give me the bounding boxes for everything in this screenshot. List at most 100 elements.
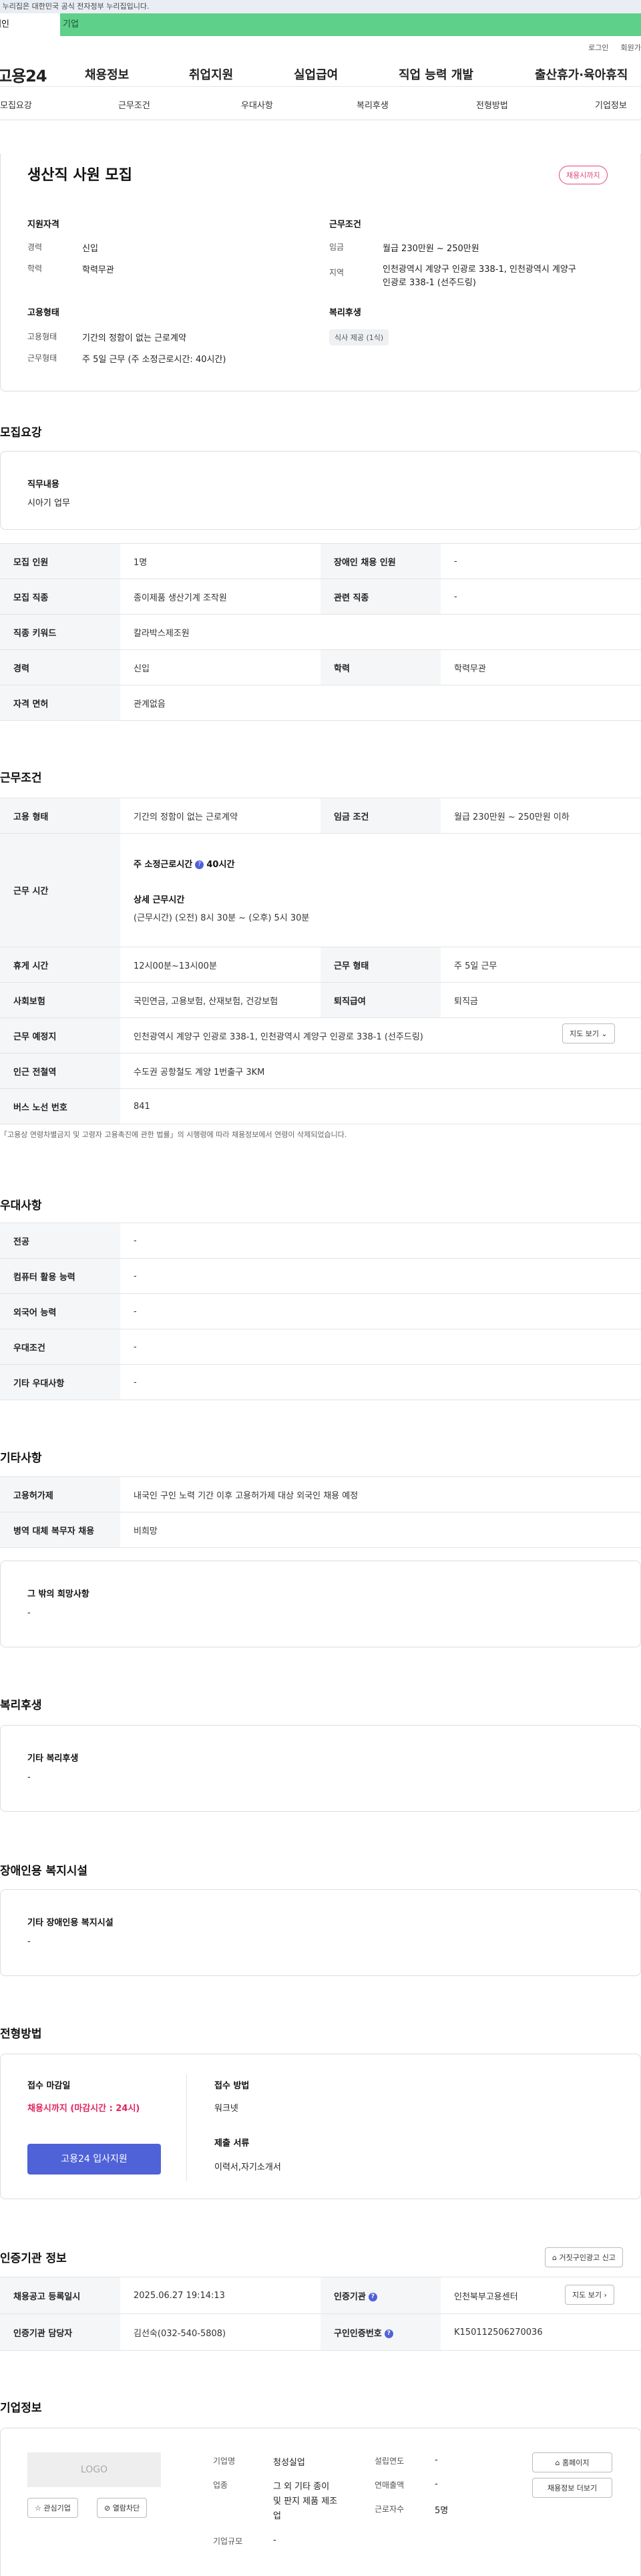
education-label: 학력	[27, 264, 43, 273]
etc-label: 그 밖의 희망사항	[27, 1589, 89, 1599]
screening-heading: 전형방법	[0, 2028, 42, 2041]
table-cell: -	[120, 1329, 641, 1365]
cert-map-button[interactable]: 지도 보기 ›	[565, 2285, 614, 2305]
table-header: 병역 대체 복무자 채용	[0, 1512, 120, 1548]
interest-company-button[interactable]: ☆ 관심기업	[27, 2498, 78, 2518]
industry-label: 업종	[213, 2480, 228, 2490]
welfare-chip: 식사 제공 (1식)	[329, 329, 389, 345]
founded-label: 설립연도	[375, 2456, 405, 2466]
table-header: 인근 전철역	[0, 1053, 120, 1089]
table-cell: 내국인 구인 노력 기간 이후 고용허가제 대상 외국인 채용 예정	[120, 1476, 641, 1512]
preference-table: 전공 - 컴퓨터 활용 능력 - 외국어 능력 - 우대조건 - 기타 우대사항 -	[0, 1223, 641, 1400]
etc-box: 그 밖의 희망사항 -	[0, 1561, 641, 1647]
education-value: 학력무관	[82, 265, 114, 275]
tab-company[interactable]: 기업	[60, 13, 641, 36]
table-header: 임금 조건	[320, 798, 441, 834]
tab-company[interactable]: 기업정보	[595, 98, 627, 111]
table-cell: 주 5일 근무	[441, 947, 641, 983]
table-row: 근무 시간 주 소정근로시간? 40시간 상세 근무시간 (근무시간) (오전)…	[0, 833, 641, 947]
sales-value: -	[435, 2479, 438, 2489]
apply-button[interactable]: 고용24 입사지원	[27, 2144, 161, 2175]
report-ad-button[interactable]: ⌂ 거짓구인광고 신고	[545, 2247, 623, 2267]
homepage-button[interactable]: ⌂ 홈페이지	[532, 2452, 612, 2472]
duty-value: 시아기 업무	[27, 498, 70, 508]
table-header: 장애인 채용 인원	[320, 543, 441, 579]
cert-number-label: 구인인증번호	[334, 2328, 382, 2339]
gov-banner: 이 누리집은 대한민국 공식 전자정부 누리집입니다.	[0, 0, 641, 13]
conditions-heading: 근무조건	[329, 220, 361, 230]
table-cell: 국민연금, 고용보험, 산재보험, 건강보험	[120, 982, 320, 1018]
map-view-label: 지도 보기	[570, 1029, 599, 1038]
table-header: 모집 인원	[0, 543, 120, 579]
table-header: 경력	[0, 649, 120, 685]
tab-conditions[interactable]: 근무조건	[118, 98, 150, 111]
table-row: 근무 예정지 인천광역시 계양구 인광로 338-1, 인천광역시 계양구 인광…	[0, 1017, 641, 1054]
star-icon: ☆	[35, 2504, 41, 2513]
join-link[interactable]: 회원가입	[621, 42, 641, 53]
chevron-down-icon: ⌄	[601, 1029, 608, 1038]
home-icon: ⌂	[552, 2253, 557, 2262]
table-header: 우대조건	[0, 1329, 120, 1365]
table-row: 병역 대체 복무자 채용 비희망	[0, 1512, 641, 1548]
disabled-box: 기타 장애인용 복지시설 -	[0, 1889, 641, 1976]
table-row: 직종 키워드 칼라박스제조원	[0, 614, 641, 650]
gnb-unemployment-benefit[interactable]: 실업급여	[294, 65, 338, 83]
table-cell: 841	[120, 1088, 641, 1124]
certification-heading: 인증기관 정보	[0, 2252, 67, 2265]
tab-screening[interactable]: 전형방법	[476, 98, 508, 111]
table-row: 외국어 능력 -	[0, 1293, 641, 1329]
table-cell: 종이제품 생산기계 조작원	[120, 579, 320, 615]
block-view-button[interactable]: ⊘ 열람차단	[97, 2498, 148, 2518]
table-header: 구인인증번호?	[320, 2313, 441, 2351]
table-row: 고용 형태 기간의 정함이 없는 근로계약 임금 조건 월급 230만원 ~ 2…	[0, 798, 641, 834]
table-header: 근무 예정지	[0, 1017, 120, 1054]
work-heading: 근무조건	[0, 772, 42, 785]
disabled-heading: 장애인용 복지시설	[0, 1865, 88, 1878]
more-jobs-button[interactable]: 채용정보 더보기	[532, 2478, 612, 2498]
tab-person[interactable]: 개인	[0, 13, 60, 36]
welfare-label: 기타 복리후생	[27, 1754, 79, 1764]
interest-company-label: 관심기업	[43, 2504, 71, 2513]
employment-type-value: 기간의 정함이 없는 근로계약	[82, 333, 186, 343]
table-cell: 기간의 정함이 없는 근로계약	[120, 798, 320, 834]
tab-preference[interactable]: 우대사항	[241, 98, 273, 111]
site-logo[interactable]: 고용24	[0, 63, 79, 86]
table-cell: 비희망	[120, 1512, 641, 1548]
founded-value: -	[435, 2455, 438, 2465]
table-header: 근무 시간	[0, 833, 120, 947]
table-row: 컴퓨터 활용 능력 -	[0, 1258, 641, 1294]
region-label: 지역	[329, 268, 345, 277]
table-header: 전공	[0, 1223, 120, 1259]
cert-map-label: 지도 보기	[572, 2291, 602, 2299]
gnb-parental-leave[interactable]: 출산휴가·육아휴직	[535, 65, 628, 83]
certification-table: 채용공고 등록일시 2025.06.27 19:14:13 인증기관? 인천북부…	[0, 2277, 641, 2351]
cert-agency-label: 인증기관	[334, 2291, 366, 2302]
tab-company-label: 기업	[63, 19, 79, 29]
table-row: 인근 전철역 수도권 공항철도 계양 1번출구 3KM	[0, 1053, 641, 1089]
table-row: 채용공고 등록일시 2025.06.27 19:14:13 인증기관? 인천북부…	[0, 2277, 641, 2314]
tab-recruit[interactable]: 모집요강	[0, 98, 32, 111]
tab-welfare[interactable]: 복리후생	[357, 98, 389, 111]
table-cell: -	[120, 1364, 641, 1400]
method-value: 워크넷	[214, 2104, 238, 2114]
industry-value-line2: 및 판지 제품 제조	[273, 2497, 338, 2507]
gnb-employment-support[interactable]: 취업지원	[189, 65, 233, 83]
career-value: 신입	[82, 244, 98, 254]
gnb-vocational-training[interactable]: 직업 능력 개발	[399, 65, 473, 83]
info-icon[interactable]: ?	[195, 860, 204, 869]
info-icon[interactable]: ?	[368, 2292, 377, 2301]
gnb-job-info[interactable]: 채용정보	[85, 65, 129, 83]
employment-heading: 고용형태	[27, 308, 59, 318]
global-nav: 고용24 채용정보 취업지원 실업급여 직업 능력 개발 출산휴가·육아휴직	[0, 59, 641, 87]
duty-label: 직무내용	[27, 480, 59, 490]
home-icon: ⌂	[555, 2458, 560, 2467]
table-cell: 퇴직금	[441, 982, 641, 1018]
work-table: 고용 형태 기간의 정함이 없는 근로계약 임금 조건 월급 230만원 ~ 2…	[0, 798, 641, 1124]
company-box: LOGO ☆ 관심기업 ⊘ 열람차단 기업명 청성실업 업종 그 외 기타 종이…	[0, 2428, 641, 2576]
table-row: 고용허가제 내국인 구인 노력 기간 이후 고용허가제 대상 외국인 채용 예정	[0, 1476, 641, 1512]
map-view-button[interactable]: 지도 보기 ⌄	[562, 1023, 615, 1043]
info-icon[interactable]: ?	[384, 2329, 393, 2338]
login-link[interactable]: 로그인	[588, 42, 608, 53]
other-heading: 기타사항	[0, 1452, 42, 1465]
table-cell: -	[120, 1258, 641, 1294]
